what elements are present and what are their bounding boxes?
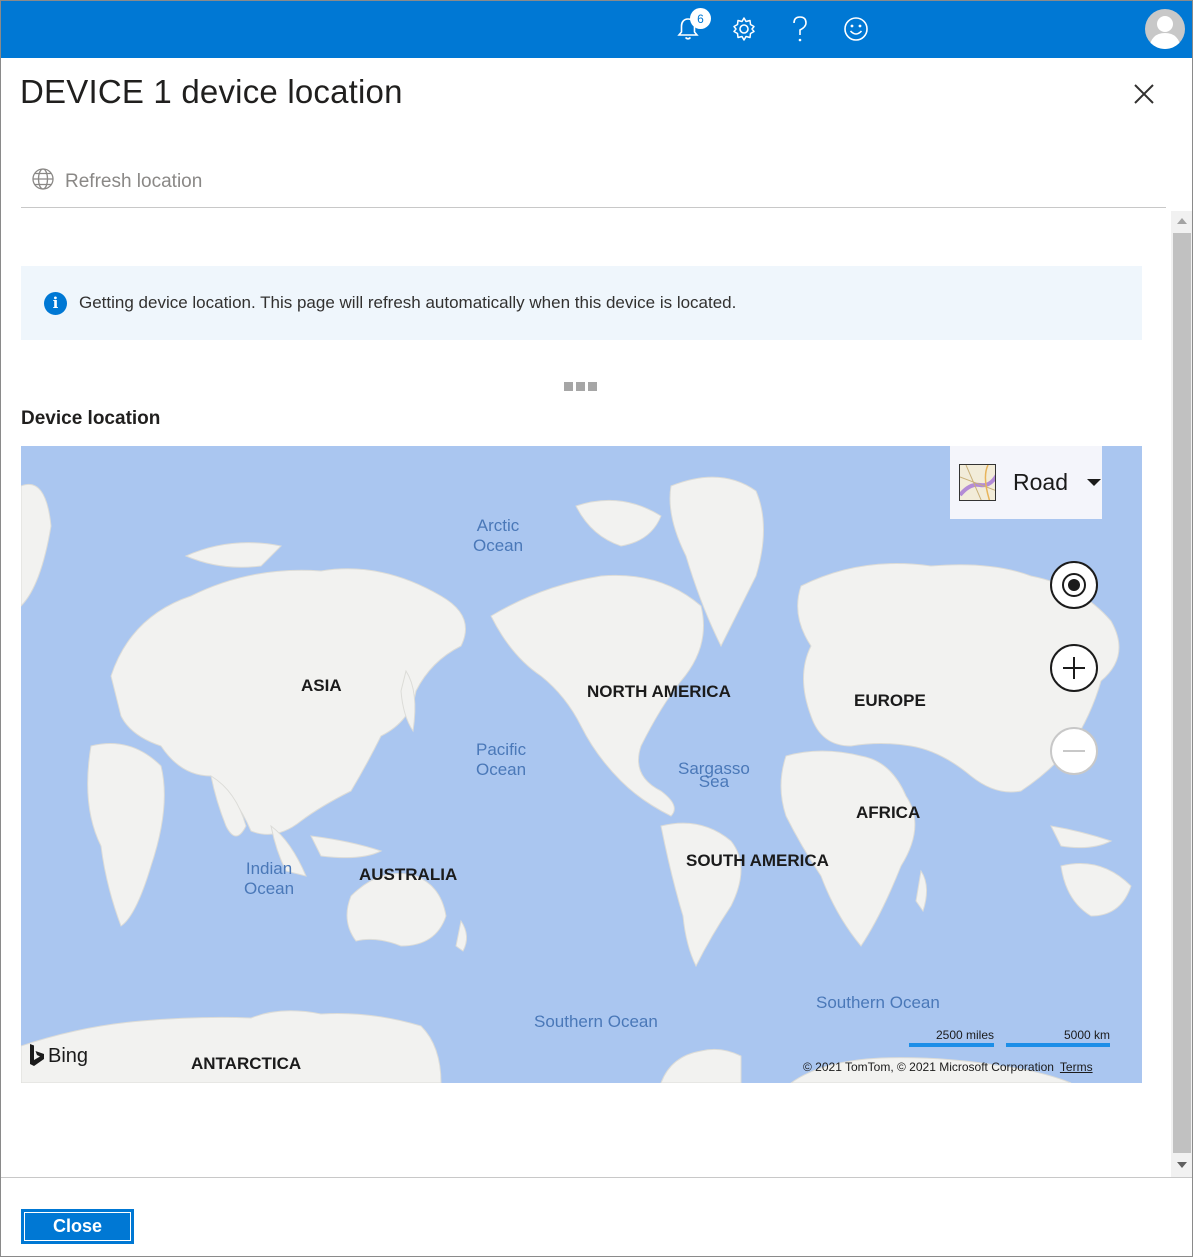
label-africa: AFRICA [856,803,921,822]
label-southern-ocean-east: Southern Ocean [816,993,940,1012]
footer: Close [1,1177,1192,1256]
info-banner: i Getting device location. This page wil… [21,266,1142,340]
map-land [21,476,1132,1083]
refresh-location-label: Refresh location [65,171,203,192]
label-arctic-ocean: Arctic Ocean [473,516,524,555]
info-message: Getting device location. This page will … [79,293,737,312]
scroll-up-arrow[interactable] [1177,218,1187,224]
label-pacific-ocean: Pacific Ocean [476,740,527,779]
scroll-thumb[interactable] [1173,233,1191,1153]
scale-miles: 2500 miles [909,1028,994,1047]
info-icon: i [44,291,67,315]
label-europe: EUROPE [854,691,926,710]
label-asia: ASIA [301,676,342,695]
zoom-out-button[interactable] [1050,727,1098,775]
map-style-dropdown[interactable]: Road [950,446,1102,519]
help-icon[interactable] [784,13,816,45]
terms-link[interactable]: Terms [1060,1060,1093,1074]
label-australia: AUSTRALIA [359,865,458,884]
plus-icon [1063,657,1085,679]
scroll-down-arrow[interactable] [1177,1162,1187,1168]
map-copyright: © 2021 TomTom, © 2021 Microsoft Corporat… [803,1060,1093,1074]
locate-icon [1062,573,1086,597]
bing-icon [30,1044,44,1066]
section-heading: Device location [21,408,161,429]
zoom-in-button[interactable] [1050,644,1098,692]
avatar[interactable] [1145,9,1185,49]
label-north-america: NORTH AMERICA [587,682,731,701]
bell-icon[interactable]: 6 [672,8,711,45]
refresh-location-button[interactable]: Refresh location [31,167,202,197]
gear-icon[interactable] [728,13,760,45]
chevron-down-icon [1086,479,1101,486]
loading-indicator [564,382,597,391]
scale-km: 5000 km [1006,1028,1110,1047]
map[interactable]: ASIA NORTH AMERICA EUROPE AFRICA SOUTH A… [21,446,1142,1083]
road-map-thumbnail-icon [959,464,996,501]
close-icon[interactable] [1129,79,1159,109]
label-antarctica: ANTARCTICA [191,1054,302,1073]
command-bar: Refresh location [21,161,1166,208]
label-southern-ocean: Southern Ocean [534,1012,658,1031]
label-indian-ocean: Indian Ocean [244,859,295,898]
globe-icon [31,167,55,197]
map-style-label: Road [1013,469,1068,495]
locate-me-button[interactable] [1050,561,1098,609]
page-title: DEVICE 1 device location [20,73,403,110]
smiley-icon[interactable] [840,13,872,45]
notification-count-badge: 6 [690,8,711,29]
device-location-panel: 6 DEVICE 1 device location Refresh locat… [0,0,1193,1257]
label-sargasso-sea: Sargasso Sea [678,759,750,791]
bing-logo: Bing [28,1044,88,1068]
top-bar: 6 [1,1,1192,58]
minus-icon [1063,750,1085,752]
label-south-america: SOUTH AMERICA [686,851,829,870]
scrollbar[interactable] [1171,211,1192,1177]
close-button[interactable]: Close [21,1209,134,1244]
